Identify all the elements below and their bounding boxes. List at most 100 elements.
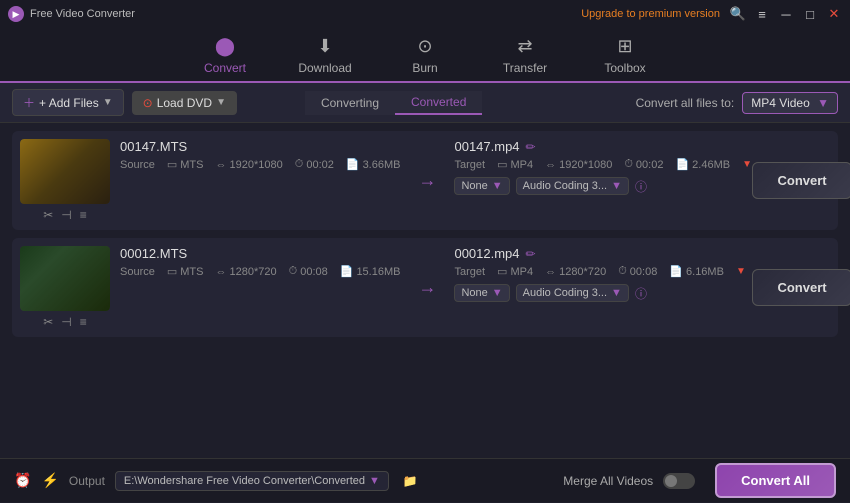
- trim-icon-1[interactable]: ⊣: [61, 208, 71, 222]
- source-resolution-1: ⇔ 1920*1080: [216, 159, 283, 171]
- coding-dropdown-icon-1: ▼: [611, 180, 622, 192]
- target-duration-2: ⏱ 00:08: [618, 265, 657, 278]
- target-resolution-1: ⇔ 1920*1080: [545, 159, 612, 171]
- thumb-img-2: [20, 246, 110, 311]
- minimize-icon[interactable]: ─: [778, 6, 794, 22]
- source-filename-1: 00147.MTS: [120, 139, 400, 154]
- audio-option-select-1[interactable]: None ▼: [454, 177, 509, 195]
- convert-button-1[interactable]: Convert: [752, 162, 850, 199]
- thumbnail-1: [20, 139, 110, 204]
- target-area-1: 00147.mp4 ✏ Target ▭ MP4 ⇔ 1920*1080 ⏱: [454, 139, 734, 222]
- clock-icon[interactable]: ⏰: [14, 472, 31, 489]
- source-filename-2: 00012.MTS: [120, 246, 400, 261]
- menu-icon[interactable]: ≡: [754, 6, 770, 22]
- add-files-dropdown-icon[interactable]: ▼: [103, 97, 113, 108]
- toolbar: ＋ + Add Files ▼ ⊙ Load DVD ▼ Converting …: [0, 83, 850, 123]
- thumbnail-area-1: ✂ ⊣ ≡: [20, 139, 110, 222]
- nav-transfer[interactable]: ⇄ Transfer: [495, 36, 555, 81]
- audio-coding-select-2[interactable]: Audio Coding 3... ▼: [516, 284, 629, 302]
- nav-toolbox[interactable]: ⊞ Toolbox: [595, 36, 655, 81]
- target-resolution-2: ⇔ 1280*720: [545, 266, 606, 278]
- file-list: ✂ ⊣ ≡ 00147.MTS Source ▭ MTS ⇔: [0, 123, 850, 345]
- cut-icon-2[interactable]: ✂: [43, 315, 53, 329]
- flash-icon[interactable]: ⚡: [41, 472, 58, 489]
- output-path-field[interactable]: E:\Wondershare Free Video Converter\Conv…: [115, 471, 389, 491]
- app-name: Free Video Converter: [30, 8, 135, 20]
- file-info-1: 00147.MTS Source ▭ MTS ⇔ 1920*1080 ⏱ 00:…: [120, 139, 400, 222]
- load-dvd-label: Load DVD: [157, 96, 212, 110]
- content-area: ✂ ⊣ ≡ 00147.MTS Source ▭ MTS ⇔: [0, 123, 850, 503]
- convert-btn-area-1: Convert: [744, 139, 850, 222]
- audio-dropdown-icon-2: ▼: [492, 287, 503, 299]
- add-files-label: + Add Files: [39, 96, 99, 110]
- nav-bar: ⬤ Convert ⬇ Download ⊙ Burn ⇄ Transfer ⊞…: [0, 28, 850, 83]
- source-duration-2: ⏱ 00:08: [289, 265, 328, 278]
- format-select[interactable]: MP4 Video ▼: [742, 92, 838, 114]
- arrow-icon-2: →: [418, 277, 436, 298]
- target-row-2: Target ▭ MP4 ⇔ 1280*720 ⏱ 00:08 📄: [454, 265, 734, 278]
- target-area-2: 00012.mp4 ✏ Target ▭ MP4 ⇔ 1280*720 ⏱: [454, 246, 734, 329]
- nav-download[interactable]: ⬇ Download: [295, 36, 355, 81]
- title-icons: 🔍 ≡ ─ □ ✕: [730, 6, 842, 22]
- toolbox-nav-icon: ⊞: [617, 36, 632, 57]
- toolbox-nav-label: Toolbox: [604, 61, 645, 75]
- title-bar-right: Upgrade to premium version 🔍 ≡ ─ □ ✕: [581, 6, 842, 22]
- convert-all-button[interactable]: Convert All: [715, 463, 836, 498]
- search-icon[interactable]: 🔍: [730, 6, 746, 22]
- convert-button-2[interactable]: Convert: [752, 269, 850, 306]
- nav-convert[interactable]: ⬤ Convert: [195, 36, 255, 81]
- target-size-2: 📄 6.16MB: [669, 265, 724, 278]
- arrow-area-1: →: [410, 139, 444, 222]
- burn-nav-icon: ⊙: [417, 36, 432, 57]
- source-duration-1: ⏱ 00:02: [295, 158, 334, 171]
- edit-icon-1[interactable]: ✏: [526, 140, 536, 154]
- info-icon-1[interactable]: ⓘ: [635, 178, 647, 195]
- info-icon-2[interactable]: ⓘ: [635, 285, 647, 302]
- settings-icon-1[interactable]: ≡: [80, 208, 87, 222]
- maximize-icon[interactable]: □: [802, 6, 818, 22]
- source-label-1: Source: [120, 159, 155, 171]
- target-filename-1: 00147.mp4 ✏: [454, 139, 734, 154]
- target-duration-1: ⏱ 00:02: [624, 158, 663, 171]
- transfer-nav-label: Transfer: [503, 61, 547, 75]
- nav-burn[interactable]: ⊙ Burn: [395, 36, 455, 81]
- edit-icon-2[interactable]: ✏: [526, 247, 536, 261]
- merge-toggle[interactable]: [663, 473, 695, 489]
- source-row-2: Source ▭ MTS ⇔ 1280*720 ⏱ 00:08 📄: [120, 265, 400, 278]
- add-icon: ＋: [23, 94, 35, 111]
- target-options-2: None ▼ Audio Coding 3... ▼ ⓘ: [454, 284, 734, 302]
- add-files-button[interactable]: ＋ + Add Files ▼: [12, 89, 124, 116]
- audio-dropdown-icon-1: ▼: [492, 180, 503, 192]
- load-dvd-button[interactable]: ⊙ Load DVD ▼: [132, 91, 237, 115]
- tab-converting[interactable]: Converting: [305, 91, 395, 115]
- bottom-bar: ⏰ ⚡ Output E:\Wondershare Free Video Con…: [0, 458, 850, 502]
- target-label-2: Target: [454, 266, 485, 278]
- convert-all-files-label: Convert all files to:: [636, 96, 735, 110]
- bottom-icons: ⏰ ⚡: [14, 472, 59, 489]
- target-row-1: Target ▭ MP4 ⇔ 1920*1080 ⏱ 00:02 📄: [454, 158, 734, 171]
- target-format-2: ▭ MP4: [497, 265, 533, 278]
- arrow-area-2: →: [410, 246, 444, 329]
- coding-dropdown-icon-2: ▼: [611, 287, 622, 299]
- upgrade-link[interactable]: Upgrade to premium version: [581, 8, 720, 20]
- title-bar-left: ▶ Free Video Converter: [8, 6, 135, 22]
- merge-videos-label: Merge All Videos: [563, 474, 653, 488]
- target-options-1: None ▼ Audio Coding 3... ▼ ⓘ: [454, 177, 734, 195]
- cut-icon-1[interactable]: ✂: [43, 208, 53, 222]
- app-logo: ▶: [8, 6, 24, 22]
- open-folder-icon[interactable]: 📁: [403, 474, 418, 488]
- audio-coding-select-1[interactable]: Audio Coding 3... ▼: [516, 177, 629, 195]
- thumb-img-1: [20, 139, 110, 204]
- target-size-1: 📄 2.46MB: [675, 158, 730, 171]
- dvd-dropdown-icon[interactable]: ▼: [216, 97, 226, 108]
- convert-btn-area-2: Convert: [744, 246, 850, 329]
- source-row-1: Source ▭ MTS ⇔ 1920*1080 ⏱ 00:02 📄: [120, 158, 400, 171]
- audio-option-select-2[interactable]: None ▼: [454, 284, 509, 302]
- source-label-2: Source: [120, 266, 155, 278]
- tab-converted[interactable]: Converted: [395, 91, 482, 115]
- close-icon[interactable]: ✕: [826, 6, 842, 22]
- output-dropdown-icon: ▼: [369, 475, 380, 487]
- trim-icon-2[interactable]: ⊣: [61, 315, 71, 329]
- source-format-2: ▭ MTS: [167, 265, 204, 278]
- settings-icon-2[interactable]: ≡: [80, 315, 87, 329]
